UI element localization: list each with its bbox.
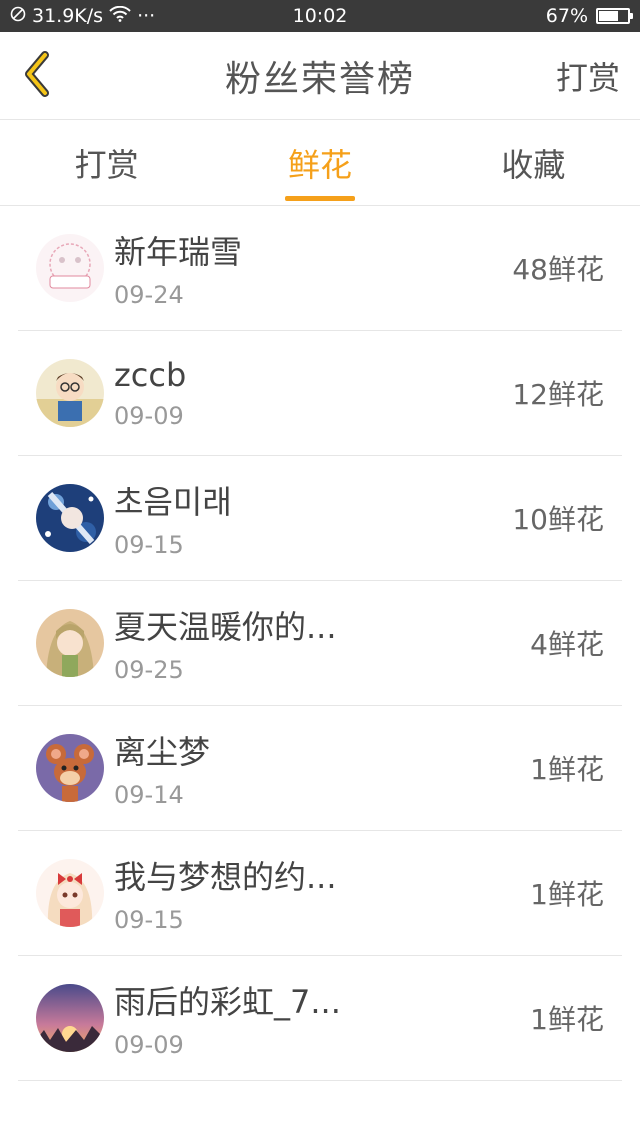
list-item[interactable]: 초음미래 09-15 10鲜花 xyxy=(18,456,622,581)
network-speed: 31.9K/s xyxy=(32,5,104,27)
user-name: zccb xyxy=(114,356,187,394)
avatar xyxy=(36,609,104,677)
item-info: 离尘梦 09-14 xyxy=(114,727,530,809)
item-info: 新年瑞雪 09-24 xyxy=(114,227,512,309)
flower-count: 1鲜花 xyxy=(530,1003,604,1036)
app-header: 粉丝荣誉榜 打赏 xyxy=(0,32,640,120)
flower-count: 48鲜花 xyxy=(512,253,604,286)
reward-button[interactable]: 打赏 xyxy=(556,53,620,99)
avatar xyxy=(36,234,104,302)
no-sim-icon xyxy=(10,5,26,27)
user-name: 新年瑞雪 xyxy=(114,233,243,271)
item-date: 09-15 xyxy=(114,531,184,559)
avatar xyxy=(36,859,104,927)
item-date: 09-09 xyxy=(114,1031,184,1059)
user-name: 我与梦想的约... xyxy=(114,858,337,896)
list-item[interactable]: 夏天温暖你的... 09-25 4鲜花 xyxy=(18,581,622,706)
avatar xyxy=(36,484,104,552)
user-name: 雨后的彩虹_7... xyxy=(114,983,341,1021)
list-item[interactable]: 雨后的彩虹_7... 09-09 1鲜花 xyxy=(18,956,622,1081)
item-date: 09-15 xyxy=(114,906,184,934)
item-info: 我与梦想的约... 09-15 xyxy=(114,852,530,934)
list-item[interactable]: 新年瑞雪 09-24 48鲜花 xyxy=(18,206,622,331)
tab-bar: 打赏 鲜花 收藏 xyxy=(0,120,640,206)
flower-count: 1鲜花 xyxy=(530,878,604,911)
flower-count: 12鲜花 xyxy=(512,378,604,411)
tab-flowers[interactable]: 鲜花 xyxy=(213,120,426,205)
item-info: zccb 09-09 xyxy=(114,356,512,430)
page-title: 粉丝荣誉榜 xyxy=(224,58,415,100)
item-date: 09-24 xyxy=(114,281,184,309)
flower-count: 4鲜花 xyxy=(530,628,604,661)
list-item[interactable]: zccb 09-09 12鲜花 xyxy=(18,331,622,456)
item-info: 夏天温暖你的... 09-25 xyxy=(114,602,530,684)
chevron-left-icon xyxy=(21,50,51,101)
ranking-list: 新年瑞雪 09-24 48鲜花 zccb 09-09 12鲜花 초음미래 09-… xyxy=(0,206,640,1081)
user-name: 离尘梦 xyxy=(114,733,211,771)
avatar xyxy=(36,984,104,1052)
item-date: 09-14 xyxy=(114,781,184,809)
user-name: 초음미래 xyxy=(114,483,232,521)
status-bar: 31.9K/s ··· 10:02 67% xyxy=(0,0,640,32)
status-right: 67% xyxy=(545,5,633,27)
more-notifications-icon: ··· xyxy=(137,5,156,27)
avatar xyxy=(36,359,104,427)
wifi-icon xyxy=(109,5,131,27)
flower-count: 1鲜花 xyxy=(530,753,604,786)
item-info: 초음미래 09-15 xyxy=(114,477,512,559)
battery-icon xyxy=(596,8,633,24)
user-name: 夏天温暖你的... xyxy=(114,608,337,646)
list-item[interactable]: 我与梦想的约... 09-15 1鲜花 xyxy=(18,831,622,956)
item-date: 09-25 xyxy=(114,656,184,684)
battery-percent: 67% xyxy=(545,5,588,27)
tab-reward[interactable]: 打赏 xyxy=(0,120,213,205)
item-info: 雨后的彩虹_7... 09-09 xyxy=(114,977,530,1059)
back-button[interactable] xyxy=(14,46,58,106)
avatar xyxy=(36,734,104,802)
item-date: 09-09 xyxy=(114,402,184,430)
tab-favorites[interactable]: 收藏 xyxy=(427,120,640,205)
status-left: 31.9K/s ··· xyxy=(10,5,155,27)
flower-count: 10鲜花 xyxy=(512,503,604,536)
list-item[interactable]: 离尘梦 09-14 1鲜花 xyxy=(18,706,622,831)
